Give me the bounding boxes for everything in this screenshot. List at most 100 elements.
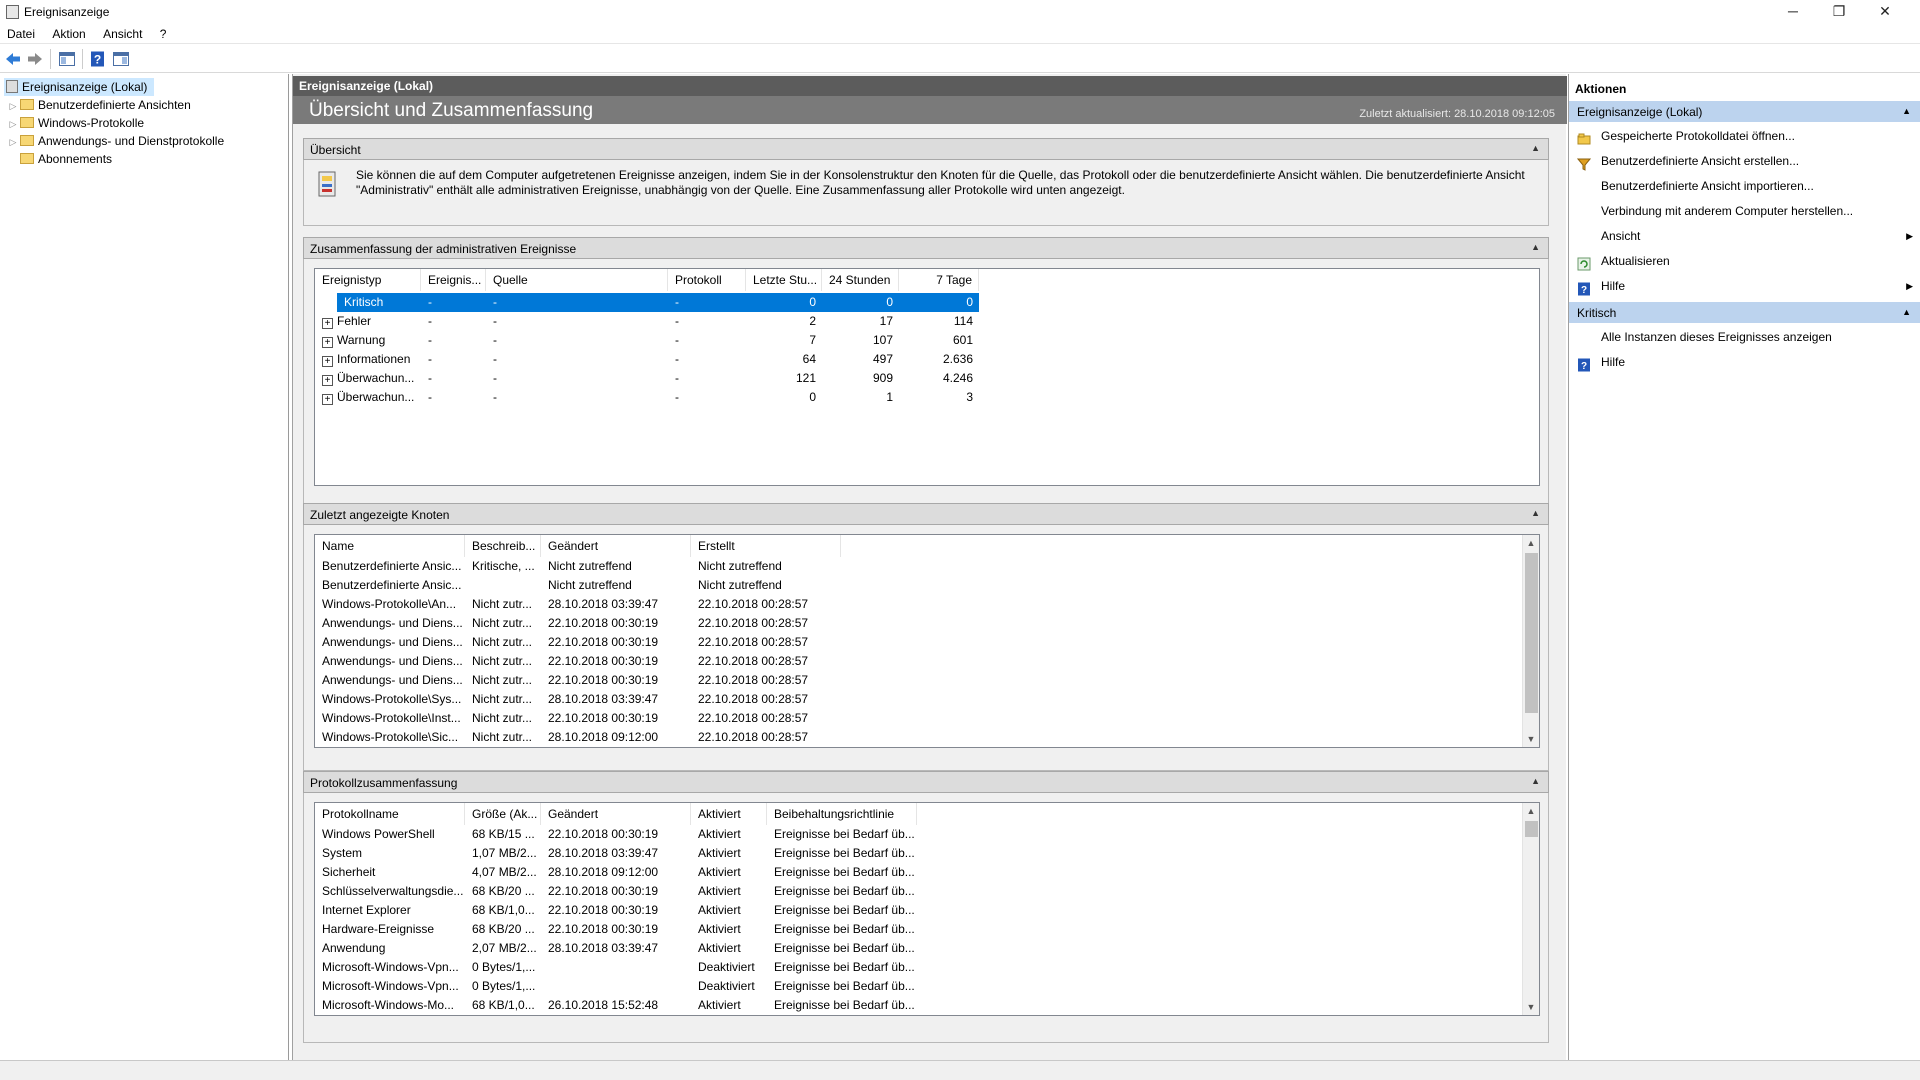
table-row[interactable]: Windows-Protokolle\An... Nicht zutr... 28.… [315,595,1520,614]
col-quelle[interactable]: Quelle [486,269,668,291]
col-ereignis-id[interactable]: Ereignis... [421,269,486,291]
table-row[interactable]: Benutzerdefinierte Ansic... Kritische, ..… [315,557,1520,576]
expand-arrow-icon[interactable]: ▷ [8,115,18,133]
menu-datei[interactable]: Datei [0,24,42,42]
scroll-up-icon[interactable]: ▲ [1523,535,1539,551]
log-summary-header[interactable]: Protokollzusammenfassung ▲ [303,771,1549,793]
action-item[interactable]: Ansicht ▶ [1569,224,1920,249]
table-row[interactable]: Windows PowerShell 68 KB/15 ... 22.10.2018… [315,825,1520,844]
action-item[interactable]: Gespeicherte Protokolldatei öffnen... [1569,124,1920,149]
back-arrow-icon[interactable] [4,50,22,68]
log-summary-scrollbar[interactable]: ▲ ▼ [1522,803,1539,1015]
col-letzte-stunde[interactable]: Letzte Stu... [746,269,822,291]
col-beschreibung[interactable]: Beschreib... [465,535,541,557]
expand-plus-icon[interactable]: + [322,318,333,329]
table-row[interactable]: Anwendung 2,07 MB/2... 28.10.2018 03:39:47… [315,939,1520,958]
show-hide-tree-icon[interactable] [58,50,76,68]
scroll-thumb[interactable] [1525,821,1538,837]
action-item[interactable]: Alle Instanzen dieses Ereignisses anzeig… [1569,325,1920,350]
action-group-event-viewer[interactable]: Ereignisanzeige (Lokal) ▲ [1569,100,1920,122]
col-protokoll[interactable]: Protokoll [668,269,746,291]
overview-header[interactable]: Übersicht ▲ [303,138,1549,160]
col-beibehaltung[interactable]: Beibehaltungsrichtlinie [767,803,917,825]
expand-plus-icon[interactable]: + [322,337,333,348]
table-row[interactable]: Anwendungs- und Diens... Nicht zutr... 22.… [315,633,1520,652]
scroll-down-icon[interactable]: ▼ [1523,999,1539,1015]
menu-ansicht[interactable]: Ansicht [96,24,149,42]
table-row[interactable]: System 1,07 MB/2... 28.10.2018 03:39:47 Akt… [315,844,1520,863]
table-row[interactable]: Microsoft-Windows-Vpn... 0 Bytes/1,... Dea… [315,977,1520,996]
log-summary-table[interactable]: Protokollname Größe (Ak... Geändert Akti… [314,802,1540,1016]
close-button[interactable]: ✕ [1862,0,1908,24]
tree-item-subscriptions[interactable]: Abonnements [8,150,112,168]
col-ereignistyp[interactable]: Ereignistyp [315,269,421,291]
collapse-icon[interactable]: ▲ [1531,508,1540,518]
tree-item-app-service-logs[interactable]: ▷ Anwendungs- und Dienstprotokolle [8,132,225,151]
collapse-icon[interactable]: ▲ [1531,776,1540,786]
scroll-up-icon[interactable]: ▲ [1523,803,1539,819]
table-row[interactable]: Windows-Protokolle\Sic... Nicht zutr... 28… [315,728,1520,747]
table-row-ueberwachung-erfolg[interactable]: + Überwachun... - - - 121 909 4.246 [315,369,979,388]
action-item[interactable]: ? Hilfe [1569,350,1920,375]
col-groesse[interactable]: Größe (Ak... [465,803,541,825]
action-item[interactable]: Benutzerdefinierte Ansicht importieren..… [1569,174,1920,199]
scroll-thumb[interactable] [1525,553,1538,713]
table-row-ueberwachung-fehler[interactable]: + Überwachun... - - - 0 1 3 [315,388,979,407]
action-item[interactable]: Benutzerdefinierte Ansicht erstellen... [1569,149,1920,174]
tree-item-custom-views[interactable]: ▷ Benutzerdefinierte Ansichten [8,96,191,114]
recent-nodes-scrollbar[interactable]: ▲ ▼ [1522,535,1539,747]
table-row-fehler[interactable]: + Fehler - - - 2 17 114 [315,312,979,331]
action-item[interactable]: Verbindung mit anderem Computer herstell… [1569,199,1920,224]
col-name[interactable]: Name [315,535,465,557]
action-item[interactable]: ? Hilfe ▶ [1569,274,1920,299]
table-row[interactable]: Sicherheit 4,07 MB/2... 28.10.2018 09:12:0… [315,863,1520,882]
scroll-down-icon[interactable]: ▼ [1523,731,1539,747]
action-item[interactable]: Aktualisieren [1569,249,1920,274]
expand-arrow-icon[interactable]: ▷ [8,97,18,115]
col-protokollname[interactable]: Protokollname [315,803,465,825]
table-row[interactable]: Benutzerdefinierte Ansic... Nicht zutreff… [315,576,1520,595]
action-group-kritisch[interactable]: Kritisch ▲ [1569,301,1920,323]
table-row[interactable]: Internet Explorer 68 KB/1,0... 22.10.2018 … [315,901,1520,920]
col-erstellt[interactable]: Erstellt [691,535,841,557]
table-row[interactable]: Microsoft-Windows-Vpn... 0 Bytes/1,... Dea… [315,958,1520,977]
expand-arrow-icon[interactable]: ▷ [8,133,18,151]
table-row[interactable]: Schlüsselverwaltungsdie... 68 KB/20 ... 22… [315,882,1520,901]
table-row-informationen[interactable]: + Informationen - - - 64 497 2.636 [315,350,979,369]
col-aktiviert[interactable]: Aktiviert [691,803,767,825]
col-7-tage[interactable]: 7 Tage [899,269,979,291]
recent-nodes-header[interactable]: Zuletzt angezeigte Knoten ▲ [303,503,1549,525]
expand-plus-icon[interactable]: + [322,356,333,367]
collapse-icon[interactable]: ▲ [1531,242,1540,252]
expand-plus-icon[interactable]: + [322,394,333,405]
recent-nodes-table[interactable]: Name Beschreib... Geändert Erstellt Benu… [314,534,1540,748]
help-icon[interactable]: ? [89,50,107,68]
show-hide-action-pane-icon[interactable] [112,50,130,68]
table-row[interactable]: Anwendungs- und Diens... Nicht zutr... 22.… [315,671,1520,690]
table-row-kritisch[interactable]: Kritisch - - - 0 0 0 [337,293,979,312]
table-row[interactable]: Microsoft-Windows-Mo... 68 KB/1,0... 26.10… [315,996,1520,1015]
tree-item-windows-logs[interactable]: ▷ Windows-Protokolle [8,114,145,133]
table-row-warnung[interactable]: + Warnung - - - 7 107 601 [315,331,979,350]
forward-arrow-icon[interactable] [26,50,44,68]
table-row[interactable]: Windows-Protokolle\Inst... Nicht zutr... 2… [315,709,1520,728]
admin-events-table[interactable]: Ereignistyp Ereignis... Quelle Protokoll… [314,268,1540,486]
table-row[interactable]: Anwendungs- und Diens... Nicht zutr... 22.… [315,614,1520,633]
table-row[interactable]: Hardware-Ereignisse 68 KB/20 ... 22.10.201… [315,920,1520,939]
collapse-icon[interactable]: ▲ [1531,143,1540,153]
table-cell: 0 Bytes/1,... [472,979,536,993]
col-24-stunden[interactable]: 24 Stunden [822,269,899,291]
expand-plus-icon[interactable]: + [322,375,333,386]
collapse-icon[interactable]: ▲ [1902,106,1911,116]
menu-aktion[interactable]: Aktion [45,24,92,42]
table-row[interactable]: Anwendungs- und Diens... Nicht zutr... 22.… [315,652,1520,671]
tree-item-event-viewer-local[interactable]: Ereignisanzeige (Lokal) [4,78,154,96]
collapse-icon[interactable]: ▲ [1902,307,1911,317]
col-geaendert[interactable]: Geändert [541,803,691,825]
admin-summary-header[interactable]: Zusammenfassung der administrativen Erei… [303,237,1549,259]
table-row[interactable]: Windows-Protokolle\Sys... Nicht zutr... 28… [315,690,1520,709]
col-geaendert[interactable]: Geändert [541,535,691,557]
restore-button[interactable]: ❐ [1816,0,1862,24]
menu-help[interactable]: ? [153,24,174,42]
minimize-button[interactable]: ─ [1770,0,1816,24]
